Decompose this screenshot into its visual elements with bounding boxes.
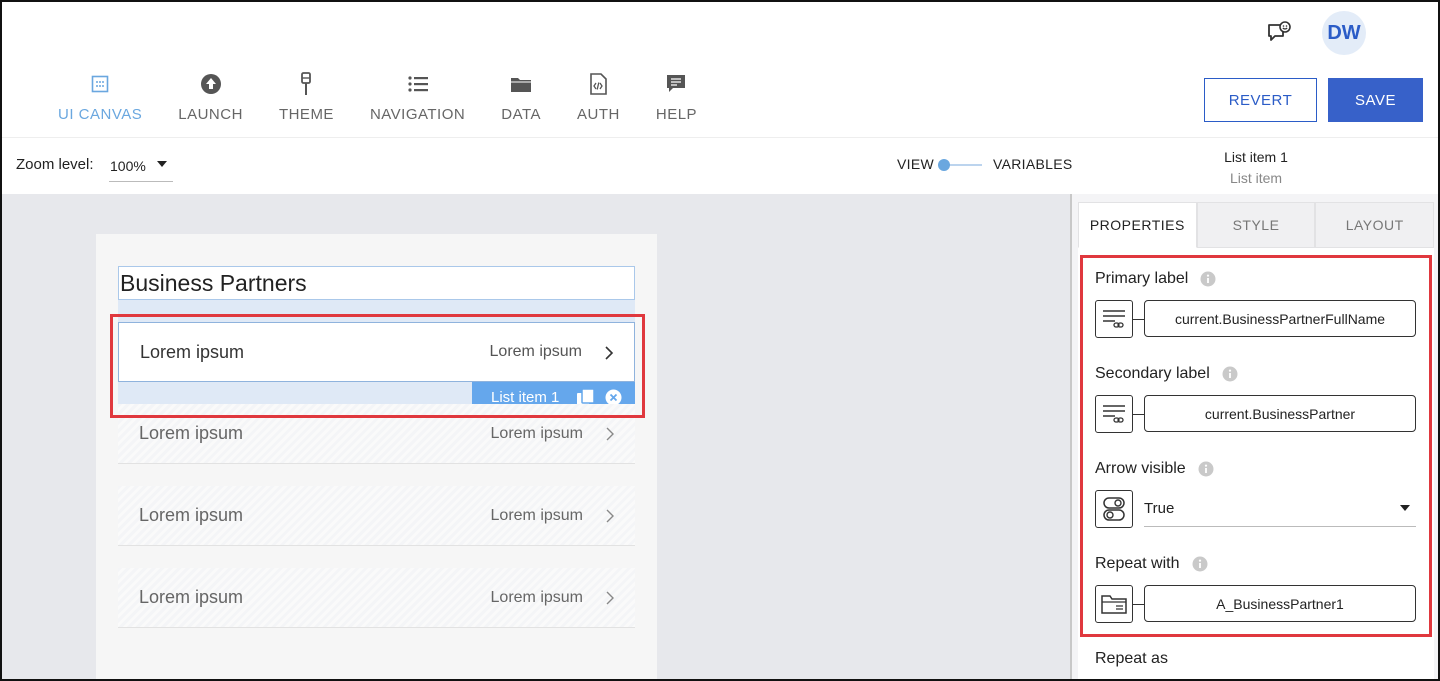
switch-toggle-icon xyxy=(1103,497,1125,521)
page-title[interactable]: Business Partners xyxy=(118,266,635,300)
repeat-with-heading: Repeat with xyxy=(1095,555,1208,573)
navigation-icon xyxy=(406,72,430,96)
tab-style[interactable]: STYLE xyxy=(1196,202,1316,248)
binding-connector xyxy=(1133,414,1144,415)
text-binding-icon xyxy=(1103,310,1125,328)
view-label: VIEW xyxy=(897,156,934,172)
chevron-right-icon xyxy=(605,346,614,360)
arrow-visible-select[interactable]: True xyxy=(1144,490,1416,527)
folder-binding-icon xyxy=(1101,595,1127,614)
page-preview: Business Partners Lorem ipsum Lorem ipsu… xyxy=(96,234,657,681)
toggle-binding-button[interactable] xyxy=(1095,490,1133,528)
properties-content: Primary label current.BusinessPartnerFul… xyxy=(1078,248,1434,681)
launch-icon xyxy=(199,72,223,96)
list-item[interactable]: Lorem ipsum Lorem ipsum xyxy=(118,486,635,546)
main-nav: UI CANVAS LAUNCH THEME NAVIGATION DATA A… xyxy=(40,72,715,132)
list-item-secondary: Lorem ipsum xyxy=(489,343,582,360)
selected-element-type: List item xyxy=(1229,170,1283,186)
binding-connector xyxy=(1133,604,1144,605)
nav-label: HELP xyxy=(655,106,698,123)
caret-down-icon xyxy=(1400,505,1410,511)
primary-label-heading: Primary label xyxy=(1095,270,1216,288)
nav-label: NAVIGATION xyxy=(369,106,466,123)
avatar[interactable]: DW xyxy=(1322,11,1366,55)
nav-launch[interactable]: LAUNCH xyxy=(160,72,261,132)
nav-label: DATA xyxy=(501,106,542,123)
properties-panel: PROPERTIES STYLE LAYOUT Primary label cu… xyxy=(1072,194,1440,681)
nav-label: THEME xyxy=(278,106,334,123)
help-chat-icon xyxy=(664,72,688,96)
list-item[interactable]: Lorem ipsum Lorem ipsum xyxy=(118,404,635,464)
nav-label: AUTH xyxy=(577,106,620,123)
ui-canvas-icon xyxy=(88,72,112,96)
text-binding-icon xyxy=(1103,405,1125,423)
nav-auth[interactable]: AUTH xyxy=(559,72,638,132)
nav-data[interactable]: DATA xyxy=(483,72,559,132)
binding-connector xyxy=(1133,319,1144,320)
secondary-label-text: Secondary label xyxy=(1095,365,1210,382)
panel-tabs: PROPERTIES STYLE LAYOUT xyxy=(1078,202,1435,248)
toggle-knob xyxy=(938,159,950,171)
list-item-secondary: Lorem ipsum xyxy=(490,588,583,606)
top-bar: DW UI CANVAS LAUNCH THEME NAVIGATION DAT… xyxy=(0,0,1440,138)
arrow-visible-value: True xyxy=(1144,499,1175,517)
selected-element-title: List item 1 xyxy=(1224,149,1288,165)
nav-label: LAUNCH xyxy=(178,106,243,123)
save-button[interactable]: SAVE xyxy=(1328,78,1423,122)
list-item-primary: Lorem ipsum xyxy=(139,505,244,525)
info-icon[interactable] xyxy=(1192,556,1208,572)
info-icon[interactable] xyxy=(1222,366,1238,382)
nav-help[interactable]: HELP xyxy=(638,72,715,132)
chevron-right-icon xyxy=(606,509,614,523)
primary-label-text: Primary label xyxy=(1095,270,1189,287)
title-drop-zone xyxy=(118,300,635,322)
list-item-primary: Lorem ipsum xyxy=(139,423,244,443)
ui-canvas: Business Partners Lorem ipsum Lorem ipsu… xyxy=(0,194,1072,681)
nav-label: UI CANVAS xyxy=(58,106,143,123)
repeat-with-field[interactable]: A_BusinessPartner1 xyxy=(1144,585,1416,622)
info-icon[interactable] xyxy=(1200,271,1216,287)
arrow-visible-heading: Arrow visible xyxy=(1095,460,1214,478)
list-item-secondary: Lorem ipsum xyxy=(490,424,583,442)
auth-file-icon xyxy=(586,72,610,96)
data-binding-button[interactable] xyxy=(1095,395,1133,433)
revert-button[interactable]: REVERT xyxy=(1204,78,1317,122)
zoom-select[interactable]: 100% xyxy=(109,150,173,182)
arrow-visible-text: Arrow visible xyxy=(1095,460,1186,477)
repeat-as-text: Repeat as xyxy=(1095,650,1168,667)
zoom-value: 100% xyxy=(110,157,146,174)
repeat-with-text: Repeat with xyxy=(1095,555,1180,572)
view-variables-toggle[interactable] xyxy=(938,158,984,172)
list-item-primary: Lorem ipsum xyxy=(140,341,245,362)
canvas-toolbar: Zoom level: 100% VIEW VARIABLES List ite… xyxy=(0,138,1440,194)
tab-properties[interactable]: PROPERTIES xyxy=(1078,202,1197,248)
primary-label-field[interactable]: current.BusinessPartnerFullName xyxy=(1144,300,1416,337)
list-item-secondary: Lorem ipsum xyxy=(490,506,583,524)
chevron-right-icon xyxy=(606,591,614,605)
feedback-chat-icon[interactable] xyxy=(1266,20,1292,46)
nav-theme[interactable]: THEME xyxy=(261,72,352,132)
secondary-label-field[interactable]: current.BusinessPartner xyxy=(1144,395,1416,432)
list-item[interactable]: Lorem ipsum Lorem ipsum xyxy=(118,568,635,628)
zoom-label: Zoom level: xyxy=(16,156,94,173)
list-item-primary: Lorem ipsum xyxy=(139,587,244,607)
data-folder-icon xyxy=(509,72,533,96)
tab-layout[interactable]: LAYOUT xyxy=(1315,202,1435,248)
secondary-label-heading: Secondary label xyxy=(1095,365,1238,383)
nav-ui-canvas[interactable]: UI CANVAS xyxy=(40,72,160,132)
repeat-as-heading: Repeat as xyxy=(1095,650,1168,668)
variables-label: VARIABLES xyxy=(993,156,1073,172)
chevron-right-icon xyxy=(606,427,614,441)
list-item-selected[interactable]: Lorem ipsum Lorem ipsum xyxy=(118,322,635,382)
info-icon[interactable] xyxy=(1198,461,1214,477)
theme-icon xyxy=(294,72,318,96)
caret-down-icon xyxy=(157,161,167,167)
data-binding-button[interactable] xyxy=(1095,300,1133,338)
nav-navigation[interactable]: NAVIGATION xyxy=(352,72,483,132)
data-binding-button[interactable] xyxy=(1095,585,1133,623)
